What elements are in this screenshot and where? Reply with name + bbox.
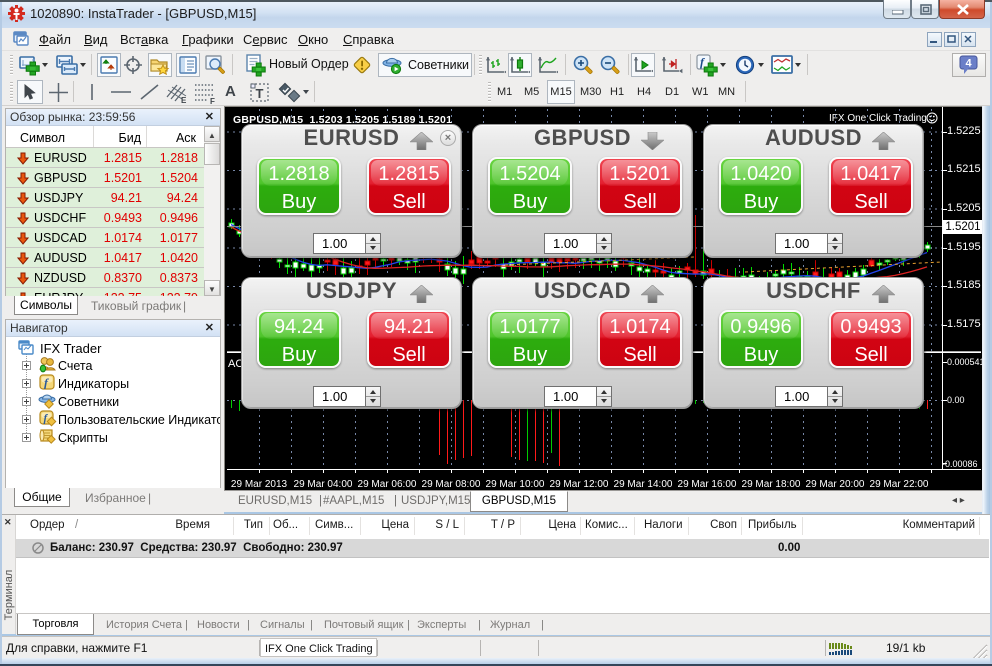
svg-text:T: T	[256, 86, 264, 101]
svg-text:E: E	[181, 96, 187, 105]
svg-text:4: 4	[965, 58, 972, 70]
svg-text:F: F	[210, 97, 215, 105]
